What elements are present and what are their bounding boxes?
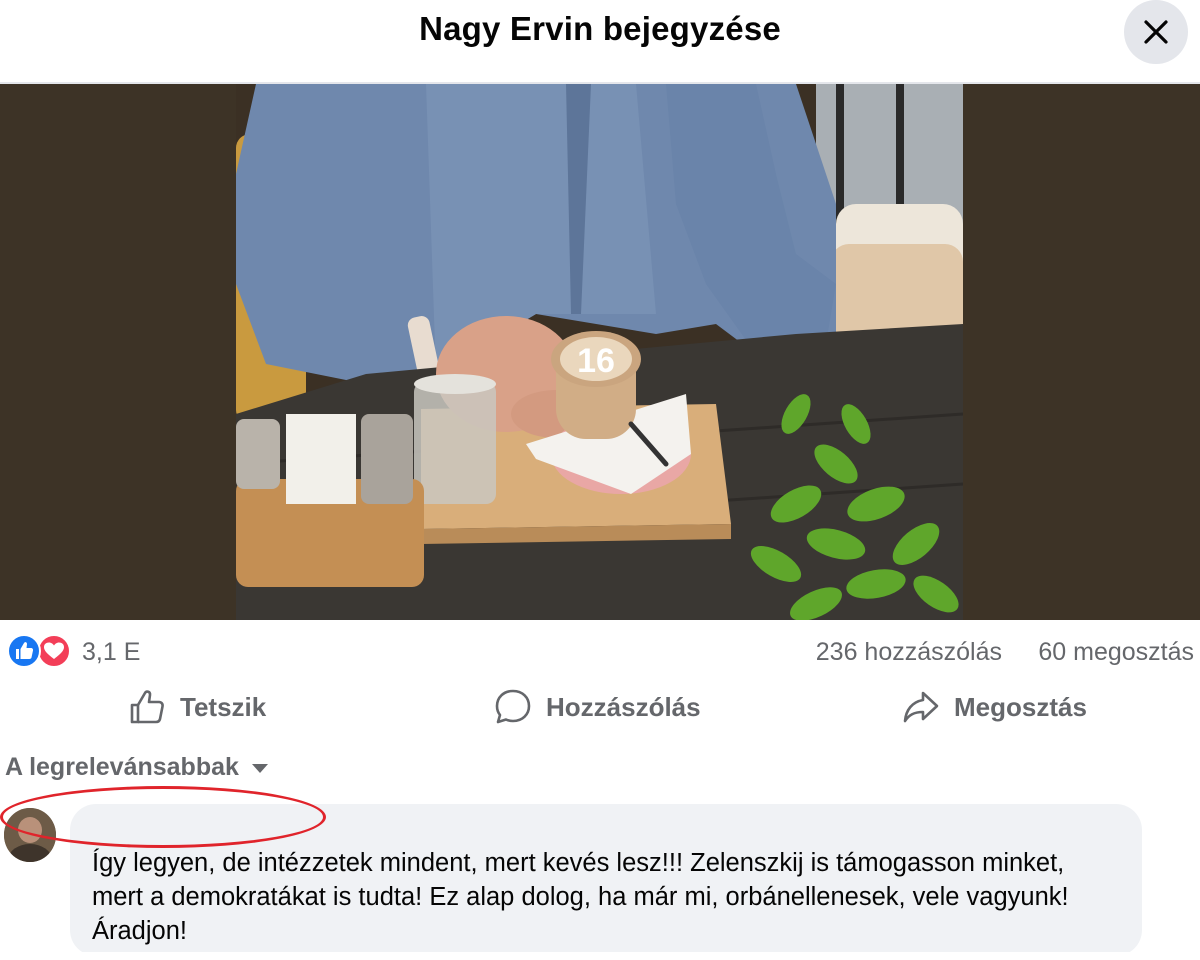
shares-count[interactable]: 60 megosztás xyxy=(1038,638,1194,667)
commenter-avatar[interactable] xyxy=(4,808,56,862)
comment-icon xyxy=(495,689,531,724)
share-label: Megosztás xyxy=(954,691,1087,722)
reaction-icons[interactable] xyxy=(6,634,74,668)
post-actions: Tetszik Hozzászólás Megosztás xyxy=(0,676,1200,738)
comment-button[interactable]: Hozzászólás xyxy=(494,684,701,730)
like-reaction-icon xyxy=(7,634,41,668)
share-icon xyxy=(903,691,939,723)
love-reaction-icon xyxy=(37,634,71,668)
post-stats: 3,1 E 236 hozzászólás 60 megosztás xyxy=(0,626,1200,676)
close-icon xyxy=(1144,20,1168,44)
comment-label: Hozzászólás xyxy=(546,691,701,722)
comments-count[interactable]: 236 hozzászólás xyxy=(816,638,1002,667)
post-dialog-header: Nagy Ervin bejegyzése xyxy=(0,0,1200,84)
share-button[interactable]: Megosztás xyxy=(902,684,1087,730)
dialog-title: Nagy Ervin bejegyzése xyxy=(419,10,781,47)
like-label: Tetszik xyxy=(180,691,267,722)
latte-art-number: 16 xyxy=(577,342,615,380)
thumbs-up-icon xyxy=(130,690,164,724)
close-button[interactable] xyxy=(1124,0,1188,64)
bottom-edge xyxy=(0,952,1200,960)
comment-text: Így legyen, de intézzetek mindent, mert … xyxy=(92,849,1069,945)
post-photo[interactable]: 16 xyxy=(236,84,963,620)
sort-label: A legrelevánsabbak xyxy=(5,752,239,781)
comment-bubble: Így legyen, de intézzetek mindent, mert … xyxy=(70,804,1142,956)
like-button[interactable]: Tetszik xyxy=(128,684,266,730)
caret-down-icon xyxy=(251,764,268,773)
comment-sort-dropdown[interactable]: A legrelevánsabbak xyxy=(5,750,269,784)
photo-viewer: 16 xyxy=(0,84,1200,620)
reaction-count[interactable]: 3,1 E xyxy=(82,638,140,667)
